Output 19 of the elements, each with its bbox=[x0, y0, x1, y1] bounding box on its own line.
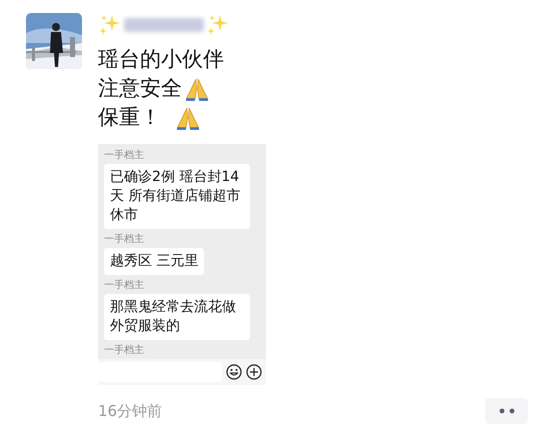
more-button[interactable] bbox=[485, 398, 528, 424]
sparkle-icon bbox=[99, 15, 120, 35]
praying-hands-icon bbox=[176, 107, 200, 130]
post-time: 16分钟前 bbox=[98, 402, 162, 420]
sender-name: 一手档主 bbox=[104, 234, 144, 246]
post-text: 注意安全 bbox=[98, 75, 182, 102]
sender-name: 一手档主 bbox=[104, 345, 144, 357]
message-bubble: 已确诊2例 瑶台封14天 所有街道店铺超市休市 bbox=[104, 164, 250, 229]
sender-name: 一手档主 bbox=[104, 280, 144, 292]
post-text: 保重！ bbox=[98, 104, 161, 131]
emoji-icon[interactable] bbox=[226, 364, 242, 380]
sender-name: 一手档主 bbox=[104, 150, 144, 162]
message-bubble: 越秀区 三元里 bbox=[104, 248, 204, 275]
add-icon[interactable] bbox=[246, 364, 262, 380]
dots-icon bbox=[498, 408, 514, 414]
post-text: 瑶台的小伙伴 bbox=[98, 46, 224, 73]
praying-hands-icon bbox=[186, 78, 208, 100]
sparkle-icon bbox=[207, 15, 228, 35]
message-bubble: 那黑鬼经常去流花做外贸服装的 bbox=[104, 294, 250, 340]
